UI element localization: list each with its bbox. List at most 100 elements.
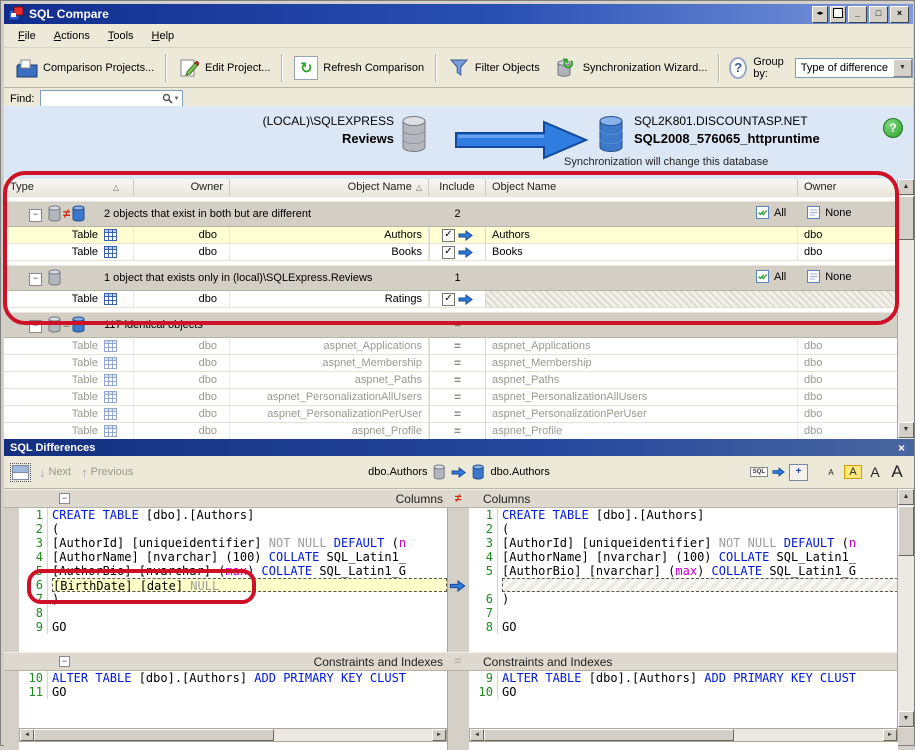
target-sql-pane[interactable]: 1CREATE TABLE [dbo].[Authors]2(3[AuthorI… [469, 508, 898, 652]
column-header-owner-left[interactable]: Owner [134, 179, 230, 196]
include-cell[interactable]: = [429, 423, 486, 439]
diff-vertical-scrollbar[interactable]: ▲ ▼ [897, 489, 914, 728]
column-header-object-name-left[interactable]: Object Name△ [230, 179, 429, 196]
type-cell: Table [4, 372, 134, 388]
help-icon[interactable]: ? [729, 57, 747, 79]
include-cell[interactable]: = [429, 372, 486, 388]
object-row-aspnet_Applications[interactable]: Tabledboaspnet_Applications=aspnet_Appli… [4, 338, 898, 355]
include-cell[interactable]: = [429, 406, 486, 422]
section-header: −Columns≠Columns [4, 489, 898, 508]
include-none-button[interactable]: None [807, 270, 851, 283]
scroll-up-icon[interactable]: ▲ [898, 179, 914, 195]
previous-button[interactable]: Previous [91, 466, 134, 478]
include-cell[interactable]: ✓ [429, 291, 486, 307]
font-size-medium-button[interactable]: A [866, 463, 884, 481]
target-object-name-cell: aspnet_Profile [486, 423, 798, 439]
include-checkbox[interactable]: ✓ [442, 293, 455, 306]
column-header-type[interactable]: Type△ [4, 179, 134, 196]
scroll-right-icon[interactable]: ► [432, 729, 446, 741]
close-button[interactable]: × [890, 6, 909, 23]
collapse-icon[interactable]: − [29, 273, 42, 286]
toolbar-separator [165, 54, 167, 82]
include-all-button[interactable]: All [756, 270, 786, 283]
column-header-include[interactable]: Include [429, 179, 486, 196]
scroll-thumb[interactable] [898, 196, 914, 240]
panel-layout-icon[interactable] [12, 465, 29, 480]
column-header-object-name-right[interactable]: Object Name [486, 179, 798, 196]
menu-tools[interactable]: Tools [100, 27, 142, 45]
font-size-smallest-button[interactable]: A [822, 467, 840, 478]
object-row-Authors[interactable]: TabledboAuthors✓Authorsdbo [4, 227, 898, 244]
object-name-cell: aspnet_Membership [230, 355, 429, 371]
target-database-icon [598, 116, 624, 155]
object-row-Books[interactable]: TabledboBooks✓Booksdbo [4, 244, 898, 261]
comparison-projects-button[interactable]: Comparison Projects... [8, 52, 162, 84]
refresh-comparison-button[interactable]: ↻ Refresh Comparison [286, 51, 432, 85]
include-cell[interactable]: = [429, 389, 486, 405]
right-pane-hscrollbar[interactable]: ◄ ► [469, 728, 898, 742]
owner-cell: dbo [134, 372, 230, 388]
panel-close-icon[interactable]: × [895, 441, 908, 455]
font-size-large-button[interactable]: A [888, 461, 906, 483]
include-checkbox[interactable]: ✓ [442, 246, 455, 259]
dock-toggle-button[interactable]: ◂▸ [812, 6, 828, 23]
scroll-right-icon[interactable]: ► [883, 729, 897, 741]
include-none-button[interactable]: None [807, 206, 851, 219]
search-icon[interactable] [162, 93, 173, 104]
scroll-left-icon[interactable]: ◄ [20, 729, 34, 741]
collapse-icon[interactable]: − [29, 209, 42, 222]
group-row[interactable]: −1 object that exists only in (local)\SQ… [4, 265, 898, 291]
collapse-icon[interactable]: − [29, 320, 42, 333]
expand-all-button[interactable]: + [789, 464, 808, 481]
target-object-name-cell: aspnet_Paths [486, 372, 798, 388]
object-row-aspnet_PersonalizationPerUser[interactable]: Tabledboaspnet_PersonalizationPerUser=as… [4, 406, 898, 423]
scroll-down-icon[interactable]: ▼ [898, 711, 914, 727]
type-cell: Table [4, 291, 134, 307]
edit-project-button[interactable]: Edit Project... [170, 52, 278, 84]
object-name-cell: Ratings [230, 291, 429, 307]
search-options-caret[interactable]: ▼ [173, 96, 183, 102]
synchronization-wizard-button[interactable]: ↻ Synchronization Wizard... [548, 52, 716, 84]
group-row[interactable]: −≠2 objects that exist in both but are d… [4, 201, 898, 227]
scroll-up-icon[interactable]: ▲ [898, 489, 914, 505]
menu-actions[interactable]: Actions [46, 27, 98, 45]
include-checkbox[interactable]: ✓ [442, 229, 455, 242]
next-button[interactable]: Next [49, 466, 72, 478]
code-line: 2( [19, 522, 447, 536]
maximize-button[interactable]: □ [869, 6, 888, 23]
group-by-select[interactable]: Type of difference ▼ [795, 58, 913, 78]
scroll-down-icon[interactable]: ▼ [898, 422, 914, 438]
grid-vertical-scrollbar[interactable]: ▲ ▼ [897, 179, 914, 439]
object-row-aspnet_Profile[interactable]: Tabledboaspnet_Profile=aspnet_Profiledbo [4, 423, 898, 439]
include-cell[interactable]: = [429, 355, 486, 371]
scroll-thumb[interactable] [34, 729, 274, 741]
filter-objects-button[interactable]: Filter Objects [440, 52, 548, 84]
code-line: 7) [19, 592, 447, 606]
menu-help[interactable]: Help [144, 27, 183, 45]
group-row[interactable]: −=117 identical objects= [4, 312, 898, 338]
scroll-thumb[interactable] [484, 729, 734, 741]
help-icon-green[interactable]: ? [883, 118, 903, 138]
object-row-Ratings[interactable]: TabledboRatings✓ [4, 291, 898, 308]
column-header-owner-right[interactable]: Owner [798, 179, 898, 196]
popout-button[interactable] [830, 6, 846, 23]
menu-file[interactable]: File [10, 27, 44, 45]
object-row-aspnet_Membership[interactable]: Tabledboaspnet_Membership=aspnet_Members… [4, 355, 898, 372]
object-row-aspnet_Paths[interactable]: Tabledboaspnet_Paths=aspnet_Pathsdbo [4, 372, 898, 389]
sql-script-icon[interactable]: SQL [750, 467, 768, 477]
chevron-down-icon[interactable]: ▼ [893, 59, 912, 77]
find-input[interactable] [41, 92, 161, 105]
source-sql-pane[interactable]: 1CREATE TABLE [dbo].[Authors]2(3[AuthorI… [19, 508, 447, 652]
minimize-button[interactable]: _ [848, 6, 867, 23]
include-cell[interactable]: ✓ [429, 244, 486, 260]
scroll-left-icon[interactable]: ◄ [470, 729, 484, 741]
scroll-thumb[interactable] [898, 506, 914, 556]
include-cell[interactable]: ✓ [429, 227, 486, 243]
include-all-button[interactable]: All [756, 206, 786, 219]
object-row-aspnet_PersonalizationAllUsers[interactable]: Tabledboaspnet_PersonalizationAllUsers=a… [4, 389, 898, 406]
include-cell[interactable]: = [429, 338, 486, 354]
font-size-small-button[interactable]: A [844, 465, 862, 479]
target-object-name-cell [486, 291, 798, 307]
sort-asc-icon: △ [113, 179, 119, 196]
left-pane-hscrollbar[interactable]: ◄ ► [19, 728, 447, 742]
